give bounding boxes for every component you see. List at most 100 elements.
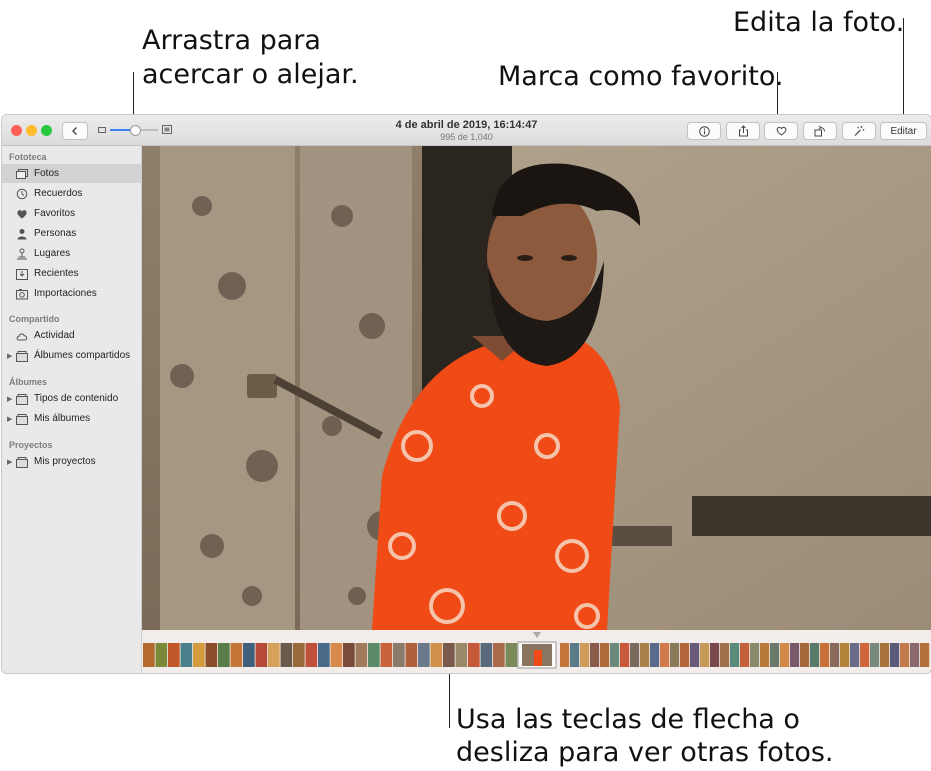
disclosure-triangle-icon[interactable]: ▶ [7, 352, 12, 360]
sidebar-item-mis-albumes[interactable]: ▶ Mis álbumes [2, 409, 141, 428]
filmstrip-thumbnail[interactable] [468, 643, 480, 667]
sidebar-item-recientes[interactable]: Recientes [2, 264, 141, 283]
filmstrip-thumbnail[interactable] [455, 643, 468, 667]
filmstrip-thumbnail[interactable] [690, 643, 700, 667]
person-icon [16, 228, 28, 240]
sidebar-item-tipos-de-contenido[interactable]: ▶ Tipos de contenido [2, 389, 141, 408]
filmstrip-thumbnail[interactable] [255, 643, 268, 667]
filmstrip-thumbnail[interactable] [700, 643, 710, 667]
filmstrip-thumbnail[interactable] [443, 643, 455, 667]
sidebar: Fototeca Fotos Recuerdos Favoritos Perso… [2, 146, 142, 673]
filmstrip[interactable] [142, 630, 931, 673]
share-button[interactable] [726, 122, 760, 140]
sidebar-item-label: Recientes [34, 268, 79, 279]
filmstrip-thumbnail[interactable] [243, 643, 255, 667]
filmstrip-thumbnail[interactable] [480, 643, 493, 667]
filmstrip-thumbnail[interactable] [790, 643, 800, 667]
disclosure-triangle-icon[interactable]: ▶ [7, 458, 12, 466]
disclosure-triangle-icon[interactable]: ▶ [7, 415, 12, 423]
zoom-callout-line2: acercar o alejar. [142, 59, 359, 90]
filmstrip-thumbnail[interactable] [168, 643, 180, 667]
sidebar-item-mis-proyectos[interactable]: ▶ Mis proyectos [2, 452, 141, 471]
filmstrip-thumbnail[interactable] [800, 643, 810, 667]
sidebar-item-recuerdos[interactable]: Recuerdos [2, 184, 141, 203]
disclosure-triangle-icon[interactable]: ▶ [7, 395, 12, 403]
filmstrip-thumbnail[interactable] [620, 643, 630, 667]
rotate-button[interactable] [803, 122, 837, 140]
sidebar-item-favoritos[interactable]: Favoritos [2, 204, 141, 223]
filmstrip-thumbnail[interactable] [143, 643, 155, 667]
sidebar-section-fototeca: Fototeca [9, 152, 47, 162]
filmstrip-thumbnail[interactable] [218, 643, 230, 667]
favorite-button[interactable] [764, 122, 798, 140]
sidebar-item-albumes-compartidos[interactable]: ▶ Álbumes compartidos [2, 346, 141, 365]
sidebar-item-fotos[interactable]: Fotos [2, 164, 141, 183]
filmstrip-thumbnail[interactable] [318, 643, 330, 667]
filmstrip-thumbnail[interactable] [155, 643, 168, 667]
filmstrip-thumbnail[interactable] [840, 643, 850, 667]
filmstrip-thumbnail[interactable] [720, 643, 730, 667]
filmstrip-thumbnail[interactable] [368, 643, 380, 667]
filmstrip-thumbnail[interactable] [670, 643, 680, 667]
filmstrip-thumbnail[interactable] [355, 643, 368, 667]
filmstrip-thumbnail[interactable] [430, 643, 443, 667]
filmstrip-thumbnail[interactable] [880, 643, 890, 667]
filmstrip-thumbnail[interactable] [920, 643, 930, 667]
filmstrip-thumbnail[interactable] [405, 643, 418, 667]
filmstrip-thumbnail[interactable] [760, 643, 770, 667]
filmstrip-thumbnail[interactable] [850, 643, 860, 667]
filmstrip-thumbnail[interactable] [590, 643, 600, 667]
filmstrip-thumbnail[interactable] [610, 643, 620, 667]
filmstrip-thumbnail[interactable] [810, 643, 820, 667]
filmstrip-thumbnail[interactable] [393, 643, 405, 667]
filmstrip-thumbnail[interactable] [910, 643, 920, 667]
filmstrip-thumbnail[interactable] [570, 643, 580, 667]
filmstrip-thumbnail[interactable] [418, 643, 430, 667]
filmstrip-thumbnail[interactable] [193, 643, 205, 667]
sidebar-item-personas[interactable]: Personas [2, 224, 141, 243]
filmstrip-thumbnail[interactable] [280, 643, 293, 667]
filmstrip-thumbnail[interactable] [268, 643, 280, 667]
filmstrip-thumbnail[interactable] [630, 643, 640, 667]
filmstrip-thumbnail[interactable] [640, 643, 650, 667]
filmstrip-thumbnail[interactable] [293, 643, 305, 667]
filmstrip-thumbnail[interactable] [305, 643, 318, 667]
filmstrip-thumbnail[interactable] [205, 643, 218, 667]
filmstrip-thumbnail[interactable] [860, 643, 870, 667]
edit-button[interactable]: Editar [880, 122, 927, 140]
filmstrip-thumbnail[interactable] [870, 643, 880, 667]
filmstrip-thumbnail[interactable] [680, 643, 690, 667]
filmstrip-thumbnail[interactable] [180, 643, 193, 667]
folder-icon [16, 413, 28, 425]
enhance-button[interactable] [842, 122, 876, 140]
sidebar-item-lugares[interactable]: Lugares [2, 244, 141, 263]
filmstrip-thumbnail[interactable] [650, 643, 660, 667]
filmstrip-thumbnail[interactable] [750, 643, 760, 667]
filmstrip-thumbnail[interactable] [730, 643, 740, 667]
filmstrip-thumbnail[interactable] [505, 643, 518, 667]
heart-icon [16, 208, 28, 220]
filmstrip-thumbnail[interactable] [580, 643, 590, 667]
filmstrip-thumbnail[interactable] [710, 643, 720, 667]
filmstrip-thumbnail[interactable] [900, 643, 910, 667]
filmstrip-thumbnail[interactable] [343, 643, 355, 667]
filmstrip-thumbnail[interactable] [820, 643, 830, 667]
filmstrip-thumbnail[interactable] [740, 643, 750, 667]
filmstrip-thumbnail[interactable] [380, 643, 393, 667]
filmstrip-thumbnail[interactable] [560, 643, 570, 667]
filmstrip-thumbnail[interactable] [660, 643, 670, 667]
filmstrip-thumbnail[interactable] [600, 643, 610, 667]
filmstrip-thumbnail[interactable] [230, 643, 243, 667]
filmstrip-thumbnail[interactable] [780, 643, 790, 667]
filmstrip-thumbnail[interactable] [890, 643, 900, 667]
info-button[interactable] [687, 122, 721, 140]
heart-icon [776, 126, 786, 136]
filmstrip-thumbnail[interactable] [770, 643, 780, 667]
main-photo[interactable] [142, 146, 931, 630]
filmstrip-thumbnail[interactable] [330, 643, 343, 667]
sidebar-item-importaciones[interactable]: Importaciones [2, 284, 141, 303]
filmstrip-thumbnail[interactable] [493, 643, 505, 667]
filmstrip-thumbnail[interactable] [830, 643, 840, 667]
filmstrip-thumbnails[interactable] [142, 630, 931, 673]
sidebar-item-actividad[interactable]: Actividad [2, 326, 141, 345]
